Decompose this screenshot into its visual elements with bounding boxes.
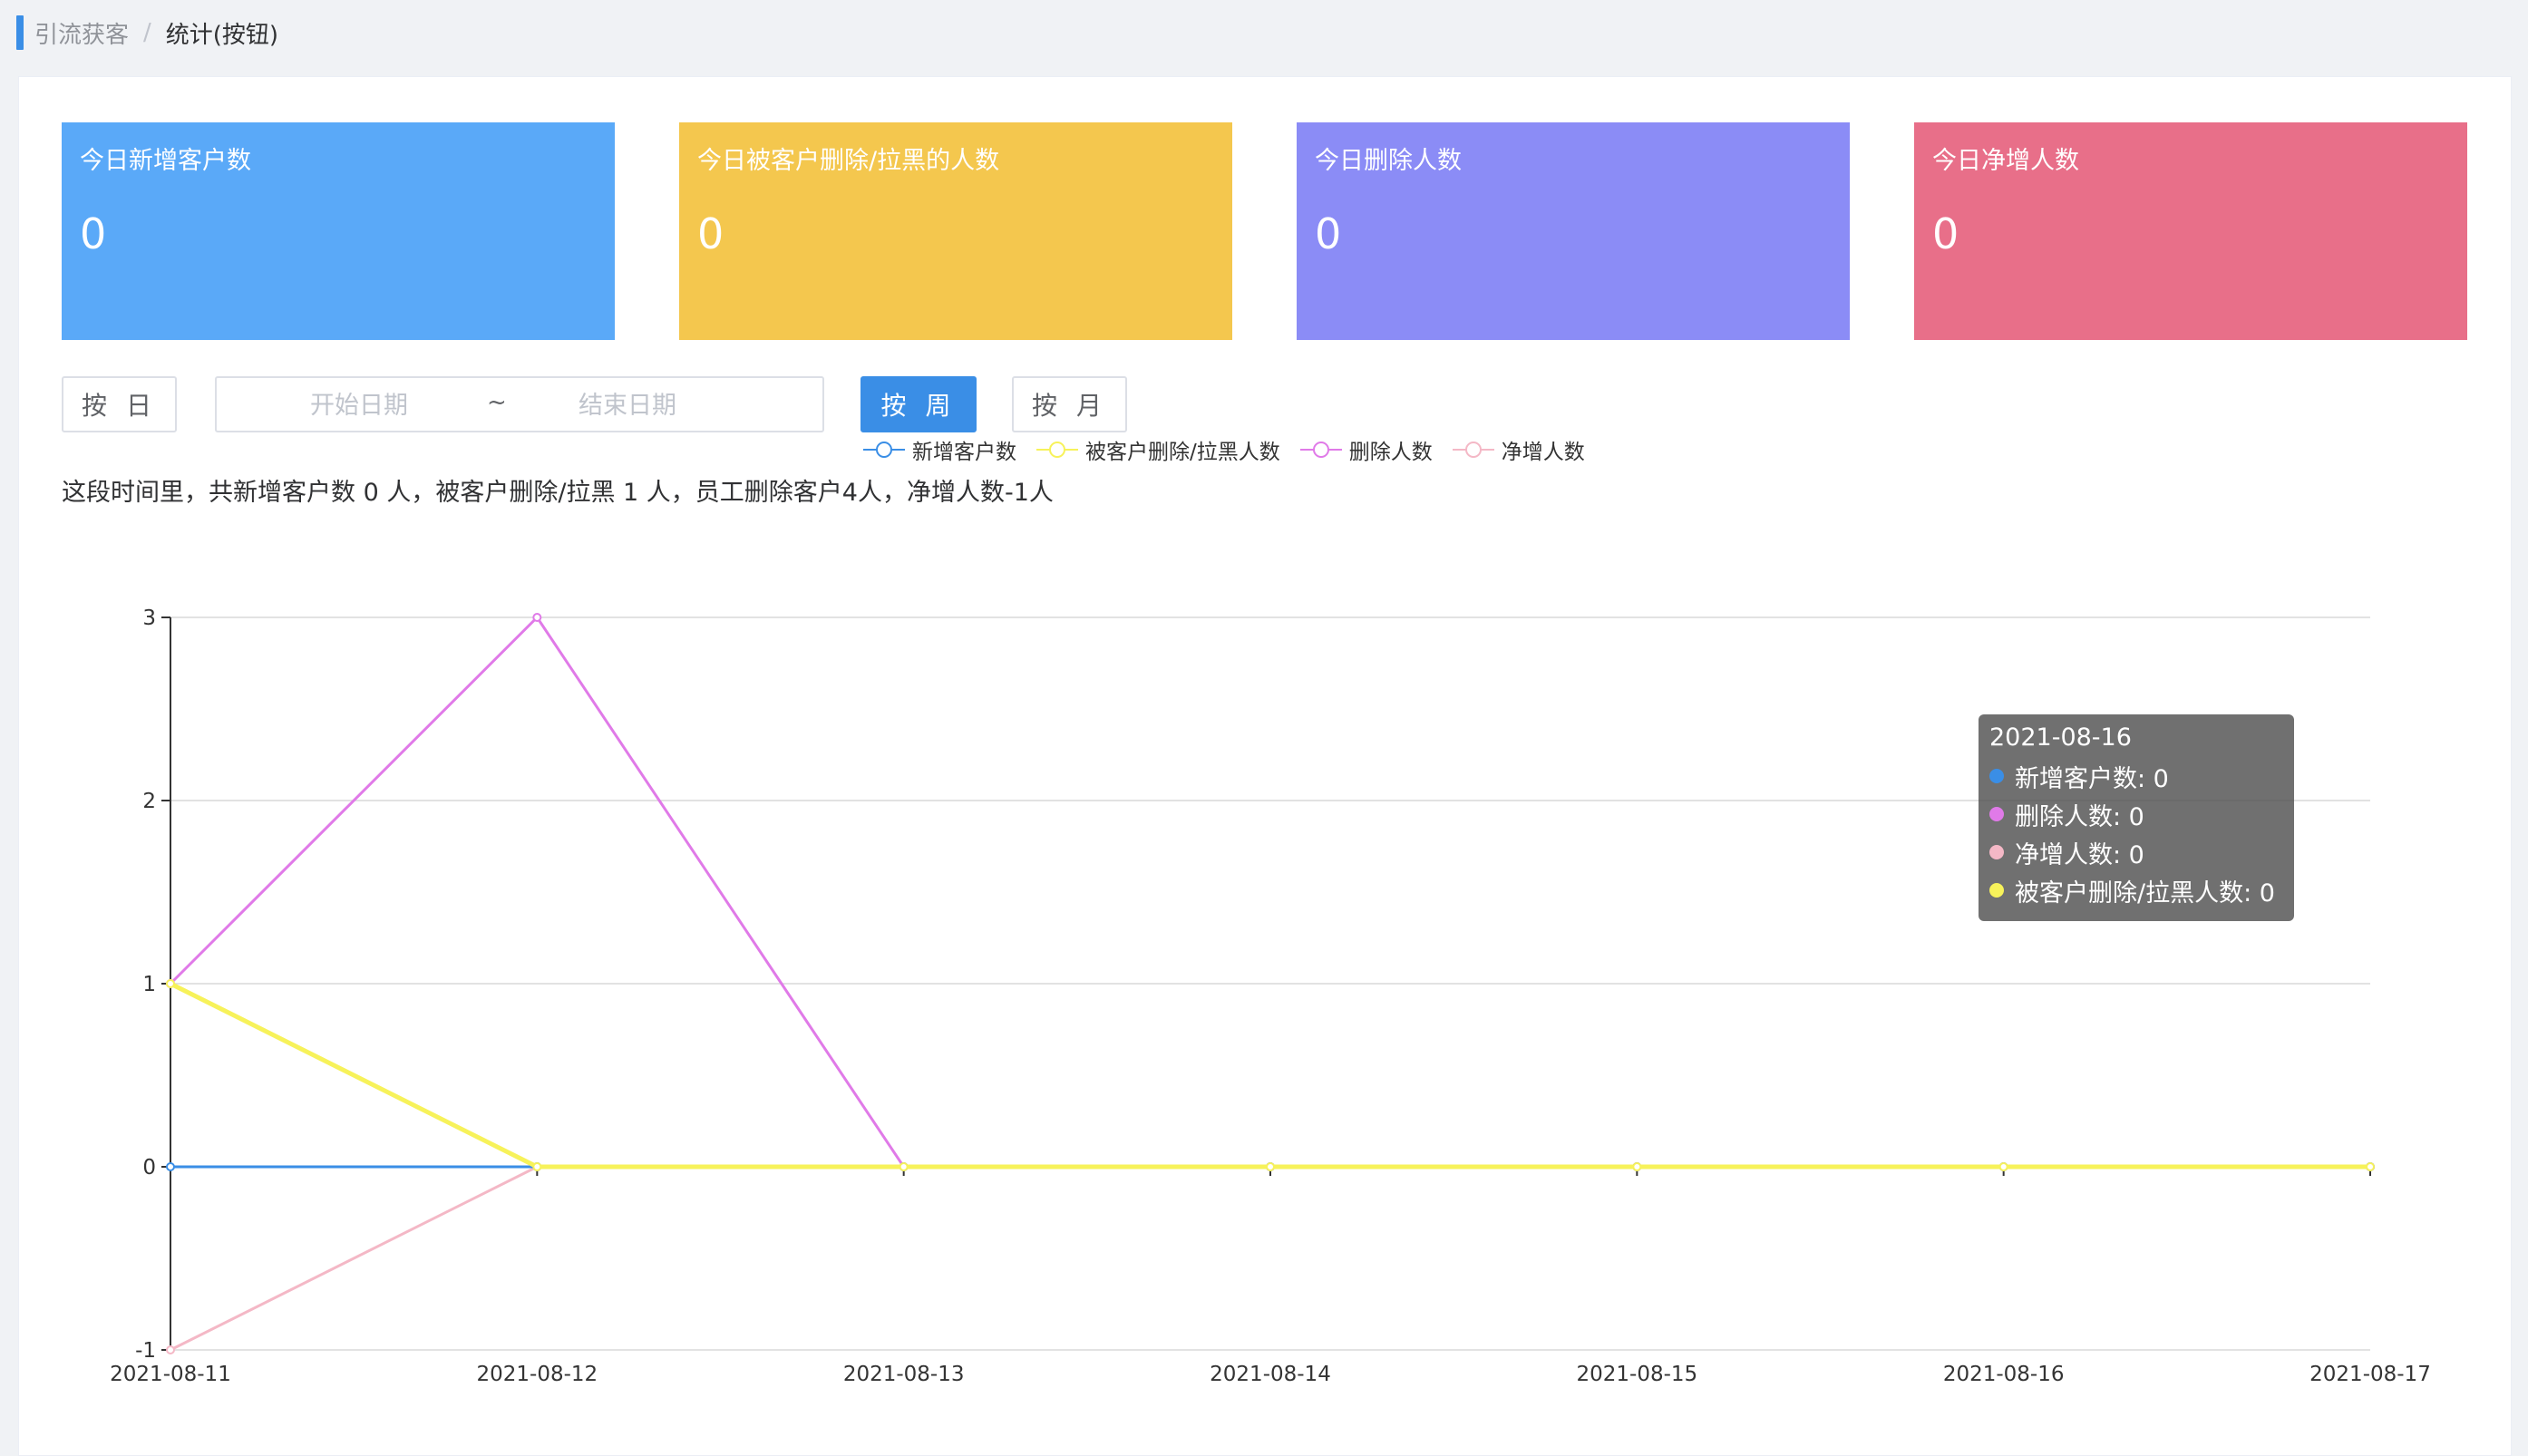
- y-tick-label: 3: [142, 607, 156, 630]
- y-tick-label: 1: [142, 973, 156, 996]
- y-tick-label: 0: [142, 1156, 156, 1179]
- tooltip-dot-icon: [1989, 845, 2004, 859]
- data-point: [166, 1345, 175, 1354]
- chart-tooltip: 2021-08-16 新增客户数: 0 删除人数: 0 净增人数: 0 被客户删…: [1979, 714, 2294, 921]
- series-line: [170, 1165, 2370, 1352]
- data-point: [166, 979, 175, 988]
- x-tick-label: 2021-08-11: [110, 1363, 231, 1386]
- data-point: [2366, 1162, 2375, 1171]
- tooltip-row-text: 被客户删除/拉黑人数: 0: [2015, 878, 2275, 908]
- y-tick-label: 2: [142, 790, 156, 813]
- tooltip-row: 被客户删除/拉黑人数: 0: [1989, 871, 2283, 909]
- tooltip-row: 新增客户数: 0: [1989, 757, 2283, 795]
- tooltip-date: 2021-08-16: [1989, 723, 2132, 752]
- tooltip-row-text: 删除人数: 0: [2015, 802, 2144, 831]
- x-tick-label: 2021-08-14: [1210, 1363, 1331, 1386]
- data-point: [532, 1162, 542, 1171]
- tooltip-dot-icon: [1989, 883, 2004, 898]
- tooltip-dot-icon: [1989, 769, 2004, 783]
- x-tick-label: 2021-08-12: [476, 1363, 598, 1386]
- tooltip-dot-icon: [1989, 807, 2004, 821]
- tooltip-row-text: 净增人数: 0: [2015, 840, 2144, 869]
- tooltip-row-text: 新增客户数: 0: [2015, 764, 2169, 793]
- tooltip-row: 删除人数: 0: [1989, 795, 2283, 833]
- data-point: [166, 1162, 175, 1171]
- series-line: [169, 981, 2370, 1170]
- x-tick-label: 2021-08-13: [843, 1363, 965, 1386]
- data-point: [1998, 1162, 2008, 1171]
- data-point: [1266, 1162, 1275, 1171]
- x-tick-label: 2021-08-17: [2309, 1363, 2431, 1386]
- data-point: [532, 613, 542, 622]
- data-point: [1632, 1162, 1642, 1171]
- x-tick-label: 2021-08-15: [1576, 1363, 1697, 1386]
- tooltip-row: 净增人数: 0: [1989, 833, 2283, 871]
- data-point: [899, 1162, 909, 1171]
- y-tick-label: -1: [135, 1339, 156, 1363]
- x-tick-label: 2021-08-16: [1943, 1363, 2065, 1386]
